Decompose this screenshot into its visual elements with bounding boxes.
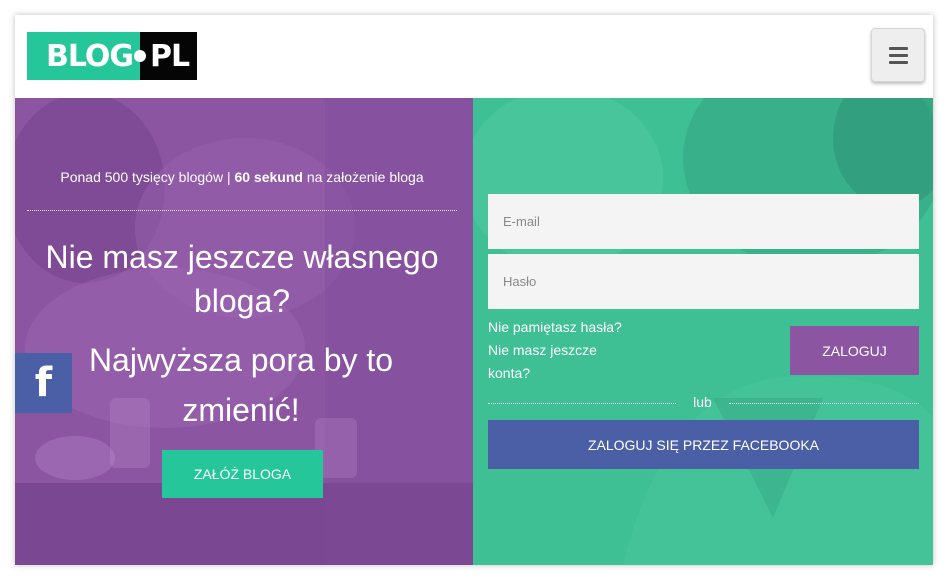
headline-question: Nie masz jeszcze własnego bloga? (27, 235, 457, 323)
password-field[interactable] (488, 254, 919, 309)
tagline-bold: 60 sekund (234, 169, 303, 185)
or-label: lub (693, 394, 712, 410)
tagline: Ponad 500 tysięcy blogów | 60 sekund na … (27, 169, 457, 185)
facebook-icon[interactable]: f (15, 353, 72, 413)
logo-text-blog: BLOG (27, 32, 140, 80)
create-blog-button[interactable]: ZAŁÓŻ BLOGA (162, 450, 323, 498)
forgot-password-link[interactable]: Nie pamiętasz hasła? (488, 316, 648, 339)
divider (488, 403, 676, 404)
facebook-login-button[interactable]: ZALOGUJ SIĘ PRZEZ FACEBOOKA (488, 420, 919, 469)
login-panel: Nie pamiętasz hasła? Nie masz jeszcze ko… (473, 98, 933, 565)
logo-text-pl: PL (140, 32, 197, 80)
page-frame: BLOG PL Ponad 500 tysięcy blogów | 60 se… (15, 15, 933, 565)
tagline-text: Ponad 500 tysięcy blogów | (60, 169, 235, 185)
headline-line-1: Nie masz jeszcze własnego (45, 239, 439, 275)
divider (729, 403, 919, 404)
logo-dot (134, 50, 146, 62)
blog-pl-logo[interactable]: BLOG PL (27, 32, 197, 80)
header: BLOG PL (15, 15, 933, 98)
headline-call-to-action: Najwyższa pora by to zmienić! (35, 335, 447, 435)
tagline-text-end: na założenie bloga (302, 169, 424, 185)
hamburger-icon-bar (888, 60, 908, 64)
login-button[interactable]: ZALOGUJ (790, 326, 919, 375)
register-link-line-2: konta? (488, 365, 531, 381)
register-link[interactable]: Nie masz jeszcze konta? (488, 339, 648, 385)
signup-hero-panel: Ponad 500 tysięcy blogów | 60 sekund na … (15, 98, 473, 565)
hamburger-icon-bar (888, 46, 908, 50)
email-field[interactable] (488, 194, 919, 249)
register-link-line-1: Nie masz jeszcze (488, 342, 597, 358)
menu-button[interactable] (871, 28, 925, 82)
headline-bold-line-1: Najwyższa pora by to (88, 342, 394, 378)
facebook-glyph: f (34, 360, 53, 406)
headline-bold-line-2: zmienić! (182, 392, 300, 428)
hamburger-icon-bar (888, 53, 908, 57)
headline-line-2: bloga? (193, 283, 291, 319)
divider (27, 210, 457, 211)
account-links: Nie pamiętasz hasła? Nie masz jeszcze ko… (488, 316, 648, 385)
